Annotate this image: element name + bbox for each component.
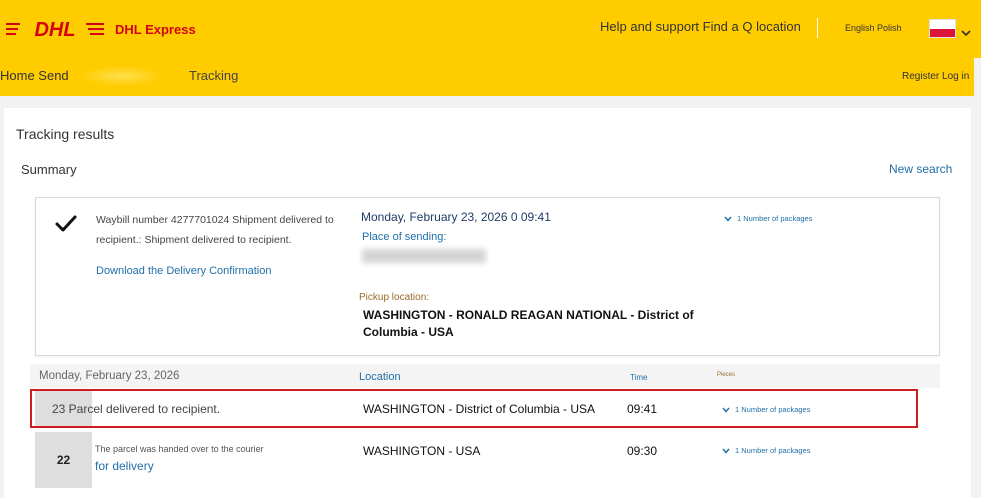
packages-toggle-label: 1 Number of packages <box>737 214 813 223</box>
chevron-down-icon <box>722 448 730 454</box>
waybill-status-text: Waybill number 4277701024 Shipment deliv… <box>96 214 334 246</box>
language-switch[interactable]: English Polish <box>845 23 902 33</box>
page-title: Tracking results <box>16 126 115 142</box>
brand-name: DHL Express <box>115 22 196 37</box>
summary-heading: Summary <box>21 162 77 177</box>
pickup-location-label: Pickup location: <box>359 292 430 303</box>
help-support-link[interactable]: Help and support Find a Q location <box>600 19 801 34</box>
flag-white-stripe <box>930 20 955 29</box>
download-delivery-confirmation-link[interactable]: Download the Delivery Confirmation <box>96 265 271 277</box>
packages-toggle-label: 1 Number of packages <box>735 446 811 455</box>
poland-flag-icon[interactable] <box>929 19 956 38</box>
column-location: Location <box>359 371 401 383</box>
column-time: Time <box>630 373 648 382</box>
column-pieces: Pieces <box>717 372 736 378</box>
event-location: WASHINGTON - USA <box>363 444 481 458</box>
checkmark-icon <box>54 214 78 234</box>
event-description-continued: for delivery <box>95 459 154 473</box>
nav-tracking[interactable]: Tracking <box>189 68 238 83</box>
packages-toggle[interactable]: 1 Number of packages <box>724 214 812 223</box>
event-day-number: 22 <box>56 453 71 467</box>
dhl-logo-icon: DHL <box>6 19 104 41</box>
nav-home-send[interactable]: Home Send <box>0 68 69 83</box>
chevron-down-icon <box>724 216 732 222</box>
dhl-logo[interactable]: DHL <box>6 16 104 42</box>
event-time: 09:30 <box>627 444 658 458</box>
flag-red-stripe <box>930 28 955 37</box>
packages-toggle[interactable]: 1 Number of packages <box>722 446 810 455</box>
nav-hover-glow <box>80 66 164 86</box>
summary-date-time: Monday, February 23, 2026 0 09:41 <box>361 210 551 224</box>
place-of-sending-redacted <box>362 249 486 263</box>
pickup-location-value: WASHINGTON - RONALD REAGAN NATIONAL - Di… <box>363 308 694 339</box>
place-of-sending-label: Place of sending: <box>362 231 447 243</box>
chevron-down-icon[interactable] <box>961 24 971 37</box>
highlight-box <box>30 389 918 428</box>
header-edge <box>974 58 981 96</box>
register-login-link[interactable]: Register Log in <box>902 71 969 82</box>
table-row <box>35 432 940 488</box>
new-search-link[interactable]: New search <box>889 162 952 176</box>
header-divider <box>817 18 818 38</box>
event-description: The parcel was handed over to the courie… <box>95 444 264 454</box>
logo-text: DHL <box>34 19 75 41</box>
events-date-header: Monday, February 23, 2026 <box>39 370 180 382</box>
